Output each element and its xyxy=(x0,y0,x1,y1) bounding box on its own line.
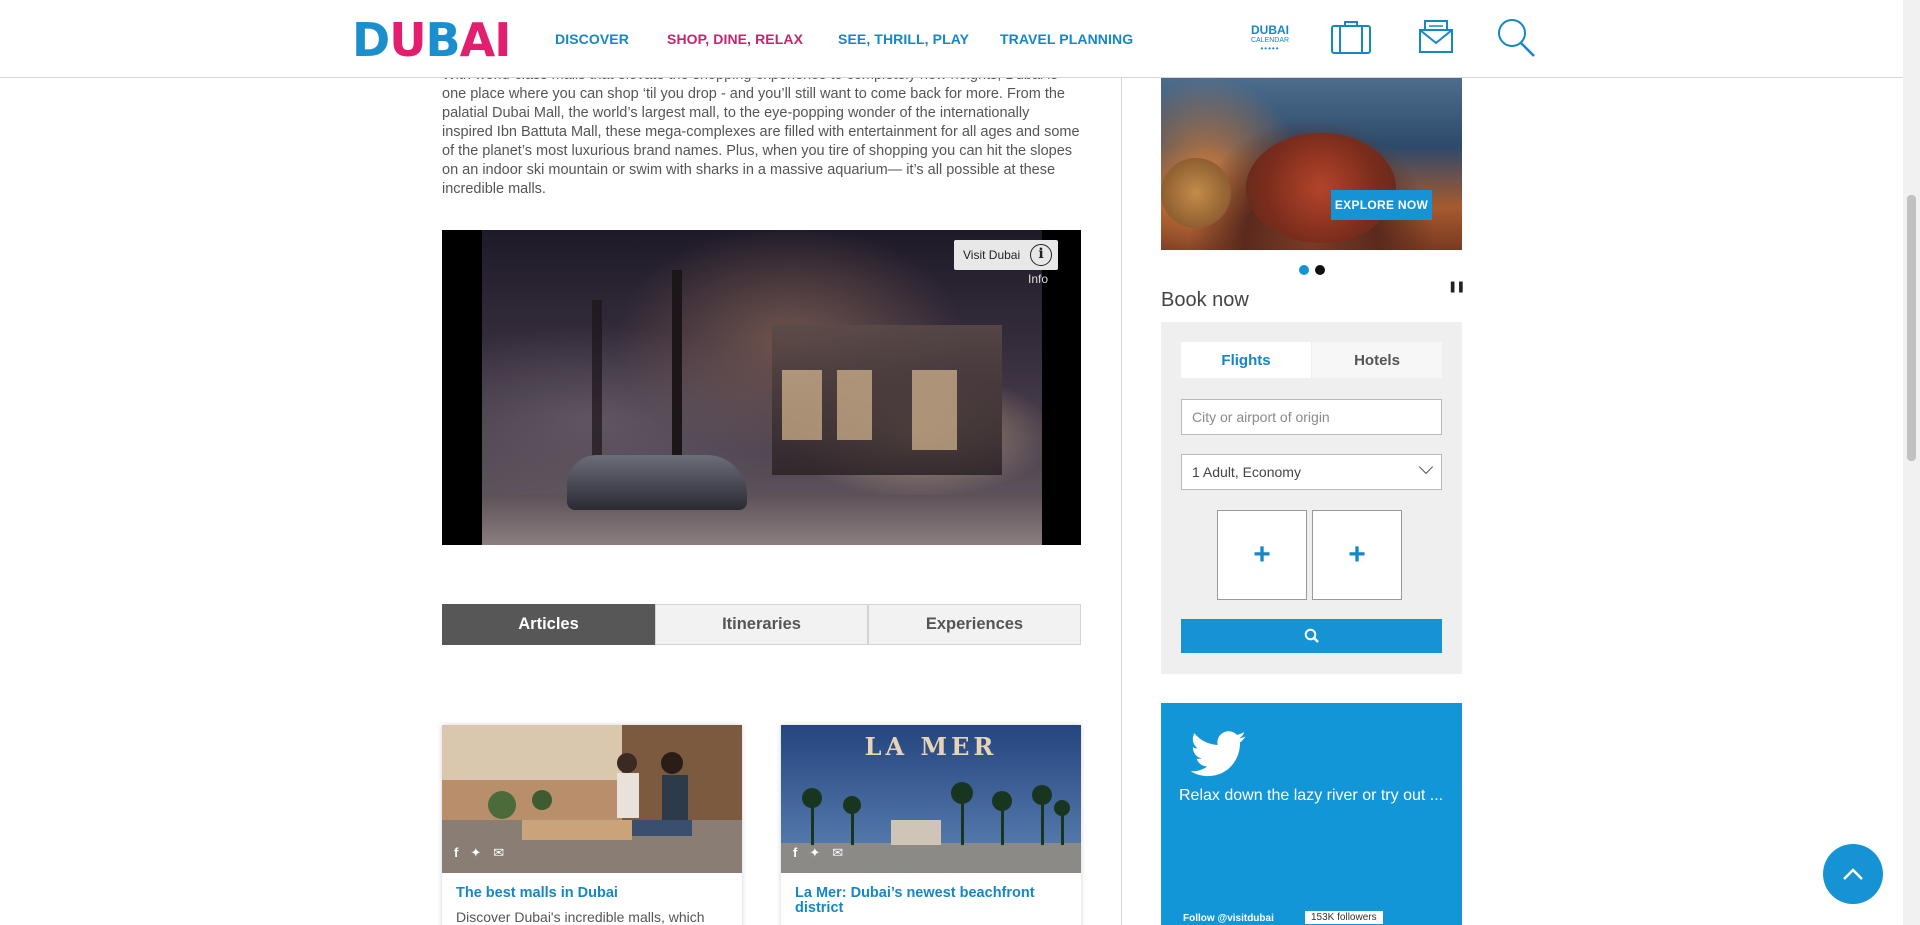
side-dish xyxy=(1161,158,1231,228)
tab-flights[interactable]: Flights xyxy=(1181,342,1311,378)
content-tabs: Articles Itineraries Experiences xyxy=(442,604,1081,645)
site-header: DUBAI DISCOVER SHOP, DINE, RELAX SEE, TH… xyxy=(0,0,1903,78)
nav-see-thrill-play[interactable]: SEE, THRILL, PLAY xyxy=(838,31,969,47)
parked-car xyxy=(567,455,747,510)
la-mer-sign: LA MER xyxy=(865,732,998,761)
origin-placeholder: City or airport of origin xyxy=(1192,409,1330,425)
tweet-text: Relax down the lazy river or try out ... xyxy=(1179,787,1444,804)
card-image-la-mer: LA MER f ✦ ✉ xyxy=(781,725,1081,873)
food-dish xyxy=(1246,133,1396,243)
video-info-label: Info xyxy=(1028,272,1049,286)
pause-icon[interactable]: ❚❚ xyxy=(1448,280,1465,293)
book-now-title: Book now xyxy=(1161,289,1249,311)
carousel-dot[interactable] xyxy=(1315,265,1325,275)
tab-articles[interactable]: Articles xyxy=(442,604,655,645)
logo-letter-u: U xyxy=(389,13,426,67)
video-frame xyxy=(482,230,1042,545)
column-divider xyxy=(1121,78,1122,925)
share-icons: f ✦ ✉ xyxy=(454,845,504,861)
nav-shop-dine-relax[interactable]: SHOP, DINE, RELAX xyxy=(667,31,803,47)
flight-search-button[interactable] xyxy=(1181,619,1442,653)
card-title[interactable]: The best malls in Dubai xyxy=(456,886,731,901)
shop-window xyxy=(837,370,872,440)
search-icon[interactable] xyxy=(1494,16,1538,60)
passengers-select[interactable]: 1 Adult, Economy xyxy=(1181,454,1442,490)
calendar-dots: ••••• xyxy=(1260,44,1280,53)
logo-letter-d: D xyxy=(352,13,390,67)
tab-itineraries[interactable]: Itineraries xyxy=(655,604,868,645)
info-icon[interactable]: i xyxy=(1030,244,1052,266)
promo-banner[interactable] xyxy=(1161,78,1462,250)
plaza-ground xyxy=(482,495,1042,545)
facebook-icon[interactable]: f xyxy=(793,845,797,861)
palm-trunk xyxy=(672,270,682,470)
return-date-button[interactable]: + xyxy=(1312,510,1402,600)
logo-letter-b: B xyxy=(425,13,461,67)
twitter-widget[interactable]: Relax down the lazy river or try out ...… xyxy=(1161,703,1462,925)
depart-date-button[interactable]: + xyxy=(1217,510,1307,600)
calendar-title: DUBAI xyxy=(1251,23,1289,37)
twitter-bird-icon xyxy=(1191,731,1246,777)
search-icon xyxy=(1304,628,1319,643)
card-title[interactable]: La Mer: Dubai’s newest beachfront distri… xyxy=(795,886,1070,916)
twitter-icon[interactable]: ✦ xyxy=(809,845,820,861)
tab-experiences[interactable]: Experiences xyxy=(868,604,1081,645)
chevron-down-icon xyxy=(1418,459,1434,475)
page-scrollbar[interactable] xyxy=(1903,0,1920,925)
tab-hotels[interactable]: Hotels xyxy=(1312,342,1442,378)
scrollbar-thumb[interactable] xyxy=(1907,195,1916,461)
nav-discover[interactable]: DISCOVER xyxy=(555,31,629,47)
article-card[interactable]: LA MER f ✦ ✉ La Mer: Dubai’s newest beac… xyxy=(781,725,1081,925)
video-channel-badge[interactable]: Visit Dubai i xyxy=(954,240,1058,270)
logo-wordmark: DUBAI xyxy=(352,13,512,67)
explore-now-button[interactable]: EXPLORE NOW xyxy=(1331,190,1432,220)
dubai-calendar-link[interactable]: DUBAI CALENDAR ••••• xyxy=(1248,24,1292,53)
twitter-follow-button[interactable]: Follow @visitdubai xyxy=(1183,913,1274,924)
facebook-icon[interactable]: f xyxy=(454,845,458,861)
origin-input[interactable]: City or airport of origin xyxy=(1181,399,1442,435)
shop-window xyxy=(782,370,822,440)
intro-paragraph: With world-class malls that elevate the … xyxy=(442,67,1080,197)
article-card[interactable]: f ✦ ✉ The best malls in Dubai Discover D… xyxy=(442,725,742,925)
carousel-dot-active[interactable] xyxy=(1299,265,1309,275)
shop-window xyxy=(912,370,957,450)
logo-letter-ai: AI xyxy=(459,13,512,67)
suitcase-icon[interactable] xyxy=(1329,16,1373,60)
twitter-icon[interactable]: ✦ xyxy=(470,845,481,861)
mail-icon[interactable] xyxy=(1414,16,1458,60)
passengers-value: 1 Adult, Economy xyxy=(1192,464,1301,480)
dubai-logo[interactable]: DUBAI xyxy=(352,13,512,67)
chevron-up-icon xyxy=(1843,868,1863,880)
card-description: Discover Dubai's incredible malls, which xyxy=(456,909,705,925)
email-icon[interactable]: ✉ xyxy=(832,845,843,861)
email-icon[interactable]: ✉ xyxy=(493,845,504,861)
palm-trunk xyxy=(592,300,602,470)
nav-travel-planning[interactable]: TRAVEL PLANNING xyxy=(1000,31,1133,47)
booking-widget: Flights Hotels City or airport of origin… xyxy=(1161,322,1462,674)
video-channel-name: Visit Dubai xyxy=(963,248,1021,262)
share-icons: f ✦ ✉ xyxy=(793,845,843,861)
video-player[interactable]: Visit Dubai i Info xyxy=(442,230,1081,545)
scroll-to-top-button[interactable] xyxy=(1823,844,1883,904)
twitter-follower-count: 153K followers xyxy=(1305,911,1383,924)
card-image-malls: f ✦ ✉ xyxy=(442,725,742,873)
